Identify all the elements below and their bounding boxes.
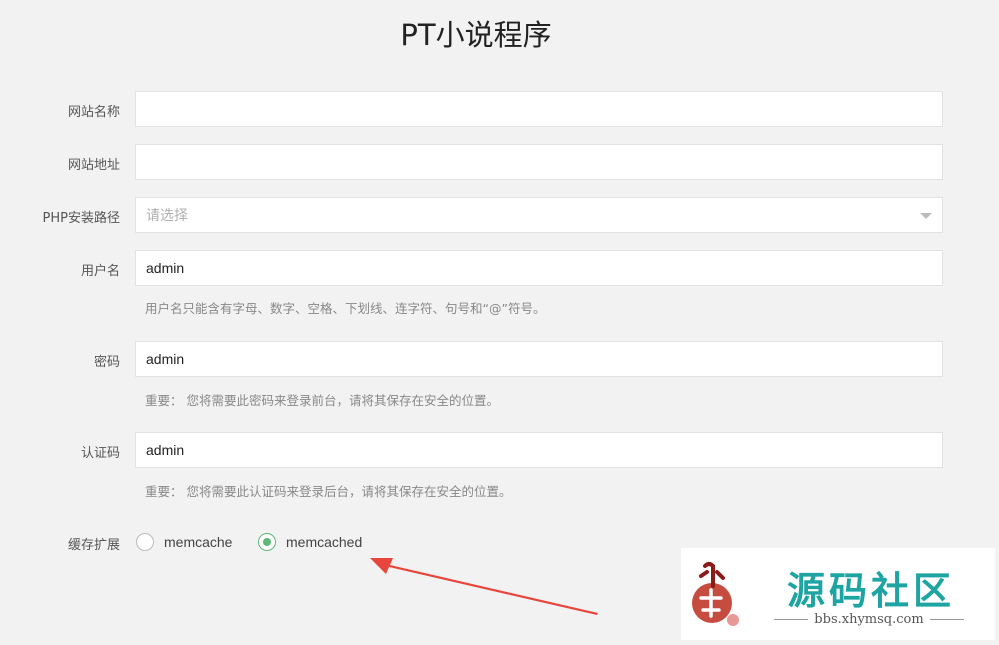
watermark-url: bbs.xhymsq.com (814, 612, 924, 627)
divider (929, 619, 964, 620)
chevron-down-icon[interactable] (920, 213, 932, 219)
password-field-wrap (135, 341, 943, 377)
username-input[interactable] (136, 251, 942, 285)
site-url-field-wrap (135, 144, 943, 180)
page-title: PT小说程序 (400, 18, 552, 52)
username-field-wrap (135, 250, 943, 286)
divider (774, 619, 809, 620)
annotation-arrow-icon (370, 558, 598, 615)
auth-code-input[interactable] (136, 433, 942, 467)
site-name-label: 网站名称 (67, 105, 120, 120)
auth-code-field-wrap (135, 432, 943, 468)
watermark: 源码社区 bbs.xhymsq.com (681, 548, 995, 640)
watermark-title: 源码社区 (786, 569, 955, 613)
php-path-select[interactable] (135, 197, 943, 233)
username-hint: 用户名只能含有字母、数字、空格、下划线、连字符、句号和“@”符号。 (145, 301, 546, 316)
php-path-label: PHP安装路径 (42, 211, 120, 226)
radio-dot-icon (263, 538, 271, 546)
radio-checked-icon[interactable] (258, 533, 276, 551)
username-label: 用户名 (80, 264, 120, 279)
auth-code-hint: 重要： 您将需要此认证码来登录后台，请将其保存在安全的位置。 (145, 484, 512, 499)
password-input[interactable] (136, 342, 942, 376)
install-page: PT小说程序 网站名称 网站地址 PHP安装路径 用户名 用户名只能含有字母、数… (0, 0, 999, 645)
watermark-logo-icon (692, 562, 739, 626)
site-url-input[interactable] (136, 145, 942, 179)
radio-memcached[interactable]: memcached (258, 533, 362, 551)
site-name-input[interactable] (136, 92, 942, 126)
radio-memcached-label: memcached (286, 534, 363, 550)
auth-code-label: 认证码 (80, 446, 120, 461)
site-url-label: 网站地址 (67, 158, 120, 173)
cache-label: 缓存扩展 (67, 538, 120, 553)
password-label: 密码 (93, 355, 120, 370)
radio-unchecked-icon[interactable] (136, 533, 154, 551)
php-path-input[interactable] (136, 198, 942, 232)
password-hint: 重要： 您将需要此密码来登录前台，请将其保存在安全的位置。 (145, 393, 499, 408)
radio-memcache[interactable]: memcache (136, 533, 232, 551)
watermark-url-line: bbs.xhymsq.com (747, 612, 991, 627)
radio-memcache-label: memcache (164, 534, 233, 550)
site-name-field-wrap (135, 91, 943, 127)
